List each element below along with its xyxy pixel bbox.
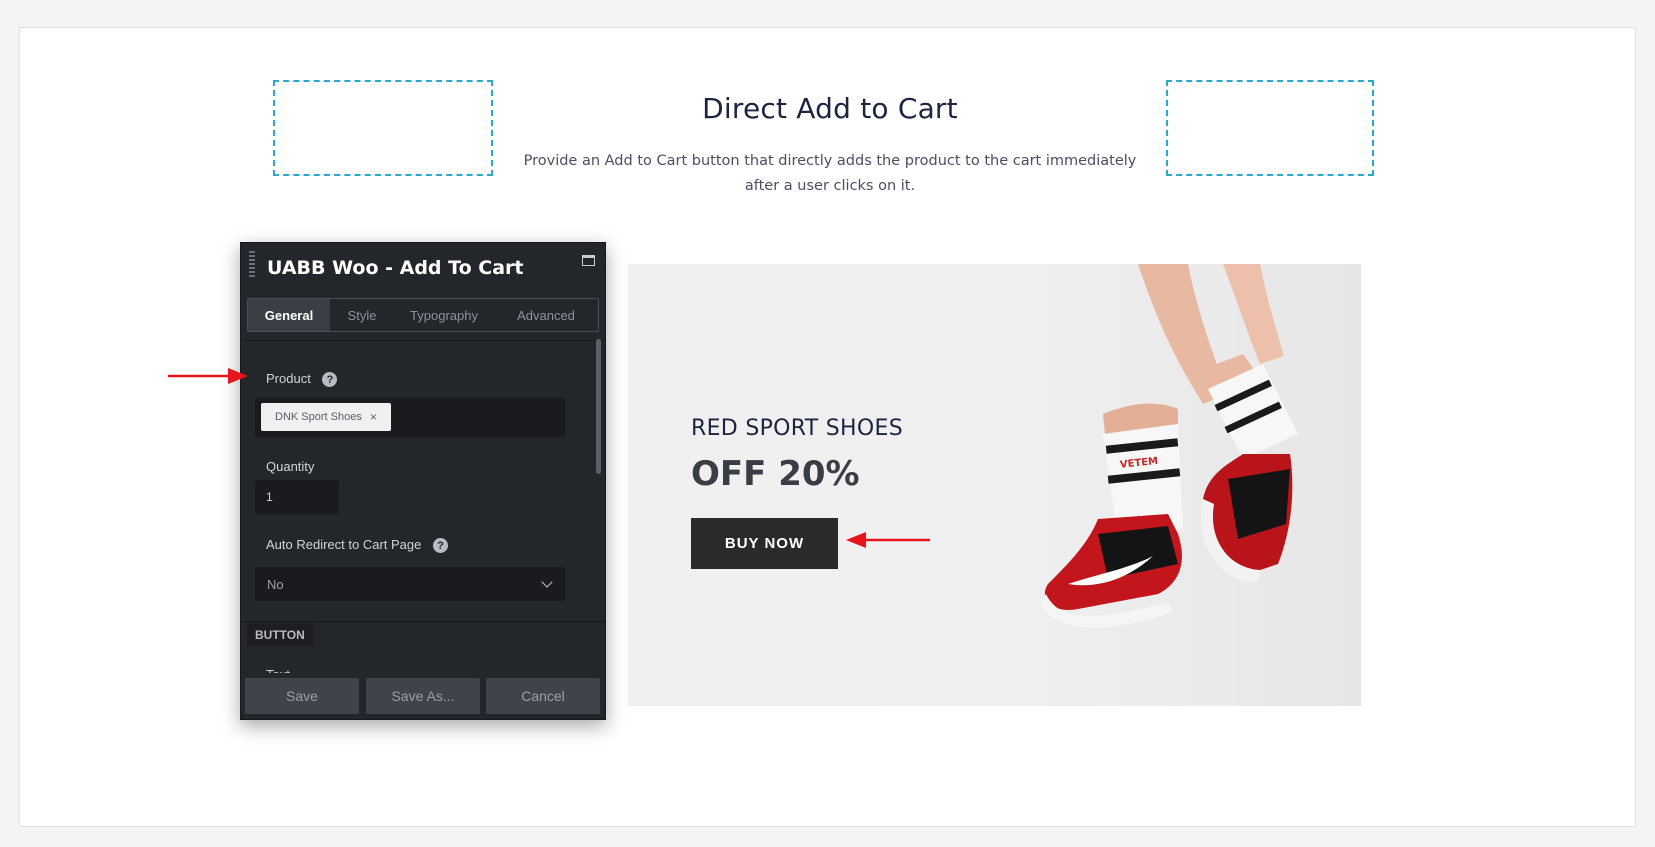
maximize-icon[interactable] xyxy=(582,255,595,266)
divider xyxy=(241,621,605,622)
red-arrow-right-icon xyxy=(168,368,248,384)
product-select[interactable]: DNK Sport Shoes × xyxy=(255,398,565,437)
redirect-label-text: Auto Redirect to Cart Page xyxy=(266,537,422,552)
page-subtitle: Provide an Add to Cart button that direc… xyxy=(510,149,1150,199)
chevron-down-icon xyxy=(541,576,553,588)
product-chip-label: DNK Sport Shoes xyxy=(275,411,362,423)
panel-footer: Save Save As... Cancel xyxy=(241,673,605,719)
cancel-button[interactable]: Cancel xyxy=(486,678,600,714)
settings-panel: UABB Woo - Add To Cart General Style Typ… xyxy=(240,242,606,720)
product-label-text: Product xyxy=(266,371,311,386)
drag-handle-icon[interactable] xyxy=(249,251,255,279)
leg-upper-2 xyxy=(1223,264,1284,364)
save-as-button[interactable]: Save As... xyxy=(366,678,480,714)
redirect-label: Auto Redirect to Cart Page ? xyxy=(266,537,448,554)
panel-scrollbar[interactable] xyxy=(596,339,601,474)
tab-advanced[interactable]: Advanced xyxy=(494,299,598,331)
subtitle-line-2: after a user clicks on it. xyxy=(744,178,916,194)
remove-chip-icon[interactable]: × xyxy=(370,410,377,424)
help-icon[interactable]: ? xyxy=(432,538,448,554)
empty-placeholder-right[interactable] xyxy=(1166,80,1374,176)
tab-style[interactable]: Style xyxy=(330,299,394,331)
banner-discount: OFF 20% xyxy=(691,454,860,494)
divider xyxy=(241,340,605,341)
redirect-select[interactable]: No xyxy=(255,567,565,601)
tab-typography[interactable]: Typography xyxy=(394,299,494,331)
empty-placeholder-left[interactable] xyxy=(273,80,493,176)
panel-title: UABB Woo - Add To Cart xyxy=(267,257,524,279)
save-button[interactable]: Save xyxy=(245,678,359,714)
panel-tabs: General Style Typography Advanced xyxy=(247,298,599,332)
page-heading: Direct Add to Cart xyxy=(702,92,958,125)
buy-now-button[interactable]: BUY NOW xyxy=(691,518,838,569)
subtitle-line-1: Provide an Add to Cart button that direc… xyxy=(523,153,1137,169)
red-arrow-left-icon xyxy=(846,532,930,548)
promo-banner: RED SPORT SHOES OFF 20% BUY NOW VETEM xyxy=(628,264,1361,706)
banner-title: RED SPORT SHOES xyxy=(691,416,903,441)
product-label: Product ? xyxy=(266,371,338,388)
section-button-heading: BUTTON xyxy=(247,623,313,646)
help-icon[interactable]: ? xyxy=(322,372,338,388)
sneakers-image: VETEM xyxy=(1040,264,1298,628)
quantity-label: Quantity xyxy=(266,459,315,474)
panel-header[interactable]: UABB Woo - Add To Cart xyxy=(241,243,605,293)
product-chip: DNK Sport Shoes × xyxy=(261,403,391,431)
redirect-select-value: No xyxy=(267,576,284,592)
quantity-input[interactable] xyxy=(255,480,339,514)
tab-general[interactable]: General xyxy=(248,299,330,331)
